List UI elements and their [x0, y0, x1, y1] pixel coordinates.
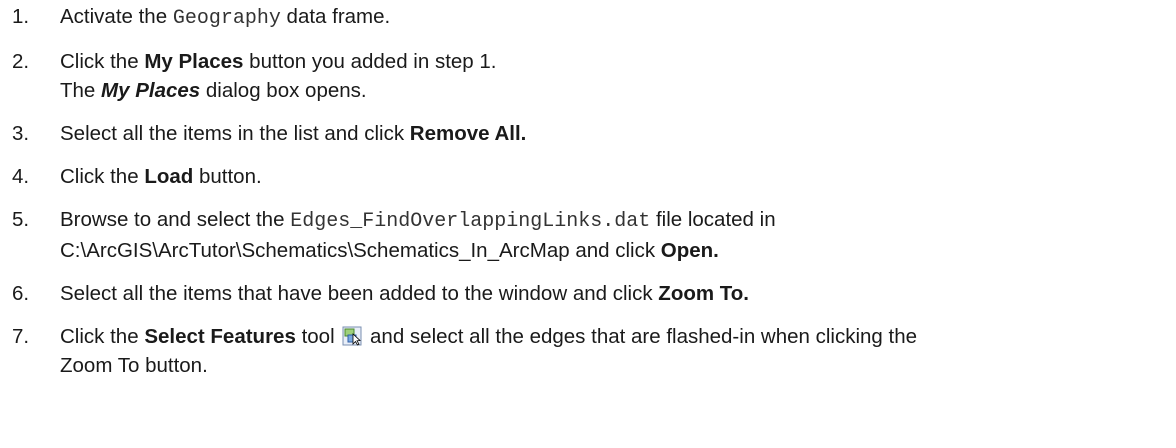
step-text: The [60, 79, 102, 102]
step-1: 1. Activate the Geography data frame. [0, 2, 1176, 33]
step-number: 7. [12, 325, 30, 348]
step-4: 4. Click the Load button. [0, 162, 1176, 191]
step-2: 2. Click the My Places button you added … [0, 47, 1176, 105]
ui-term: Load [144, 165, 194, 188]
ui-term: Zoom To. [658, 282, 750, 305]
file-path-text: C:\ArcGIS\ArcTutor\Schematics\Schematics… [60, 239, 661, 262]
step-text: button. [193, 165, 262, 188]
step-number: 3. [12, 122, 30, 145]
step-number: 6. [12, 282, 30, 305]
step-7: 7. Click the Select Features tool and se… [0, 322, 1176, 380]
step-number: 4. [12, 165, 30, 188]
ui-term: Select Features [144, 325, 296, 348]
step-3: 3. Select all the items in the list and … [0, 119, 1176, 148]
step-number: 2. [12, 50, 30, 73]
code-text: Geography [172, 7, 281, 30]
step-text: file located in [650, 208, 776, 231]
dialog-title-term: My Places [101, 79, 201, 102]
ui-term: Open. [660, 239, 719, 262]
step-number: 1. [12, 5, 30, 28]
step-text: tool [295, 325, 341, 348]
step-text: Activate the [60, 5, 173, 28]
instruction-steps: 1. Activate the Geography data frame. 2.… [0, 0, 1176, 380]
step-number: 5. [12, 208, 30, 231]
step-5: 5. Browse to and select the Edges_FindOv… [0, 205, 1176, 265]
ui-term: Remove All. [409, 122, 527, 145]
step-text: Zoom To button. [60, 354, 208, 377]
select-features-tool-icon [342, 325, 362, 346]
step-6: 6. Select all the items that have been a… [0, 279, 1176, 308]
step-text: Click the [60, 325, 145, 348]
step-text: Browse to and select the [60, 208, 291, 231]
step-text: dialog box opens. [200, 79, 367, 102]
step-text: Select all the items in the list and cli… [60, 122, 410, 145]
step-text: Select all the items that have been adde… [60, 282, 659, 305]
step-text: Click the [60, 165, 145, 188]
code-text: Edges_FindOverlappingLinks.dat [290, 210, 651, 233]
ui-term: My Places [144, 50, 244, 73]
step-text: data frame. [280, 5, 391, 28]
step-text: button you added in step 1. [243, 50, 497, 73]
step-text: and select all the edges that are flashe… [364, 325, 918, 348]
step-text: Click the [60, 50, 145, 73]
